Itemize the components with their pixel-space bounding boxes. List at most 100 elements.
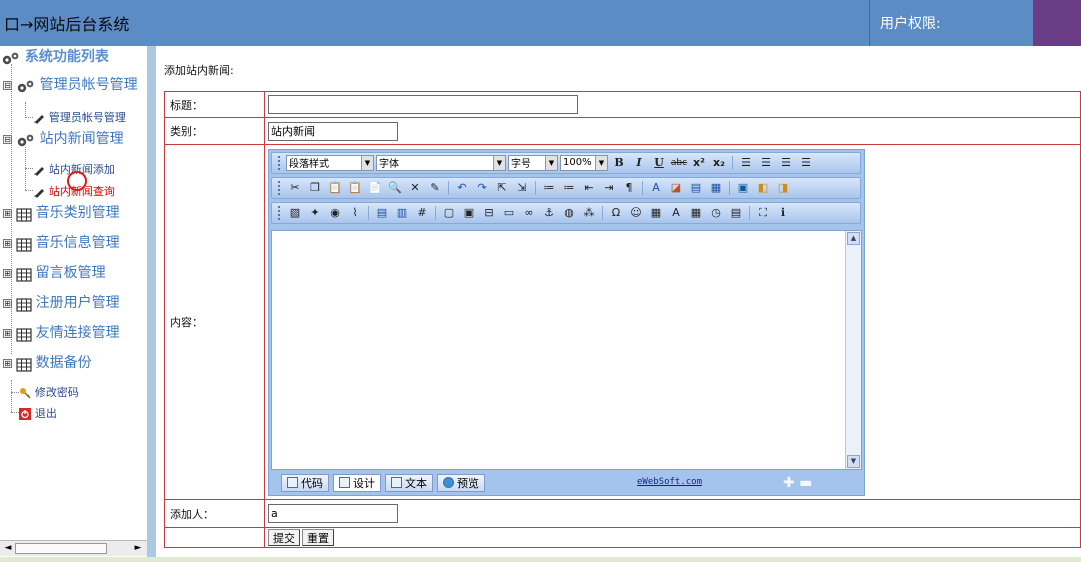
sidebar-link-logout[interactable]: 退出: [19, 405, 57, 421]
sidebar-item-site-news[interactable]: ⊟ 站内新闻管理: [3, 128, 124, 148]
sidebar-item-data-backup[interactable]: ⊞ 数据备份: [3, 352, 92, 372]
marquee-icon[interactable]: ▭: [500, 204, 518, 222]
editor-content-area[interactable]: ▲ ▼: [271, 229, 862, 470]
align-justify-icon[interactable]: ☰: [797, 154, 815, 172]
copy-icon[interactable]: ❐: [306, 179, 324, 197]
insert-table-icon[interactable]: ▤: [373, 204, 391, 222]
editor-resize-controls[interactable]: ✚ ▬: [783, 475, 812, 491]
date-icon[interactable]: ▦: [687, 204, 705, 222]
undo-icon[interactable]: ↶: [453, 179, 471, 197]
scroll-up-icon[interactable]: ▲: [847, 231, 860, 245]
superscript-button[interactable]: x²: [690, 154, 708, 172]
sidebar-item-music-info[interactable]: ⊞ 音乐信息管理: [3, 232, 120, 252]
align-right-icon[interactable]: ☰: [777, 154, 795, 172]
category-input[interactable]: 站内新闻: [268, 121, 398, 141]
art-text-icon[interactable]: A: [667, 204, 685, 222]
title-input[interactable]: [268, 95, 578, 114]
cut-icon[interactable]: ✂: [286, 179, 304, 197]
grid-icon[interactable]: #: [413, 204, 431, 222]
design-mode-button[interactable]: 设计: [333, 473, 381, 492]
sidebar-item-message-board[interactable]: ⊞ 留言板管理: [3, 262, 106, 282]
preview-mode-button[interactable]: 预览: [437, 473, 485, 492]
special-char-icon[interactable]: Ω: [607, 204, 625, 222]
bold-button[interactable]: B: [610, 154, 628, 172]
code-mode-button[interactable]: 代码: [281, 473, 329, 492]
find-icon[interactable]: 🔍: [386, 179, 404, 197]
text-color-icon[interactable]: A: [647, 179, 665, 197]
sidebar-link-change-password[interactable]: 修改密码: [19, 384, 79, 400]
align-center-icon[interactable]: ☰: [757, 154, 775, 172]
font-select[interactable]: 字体 ▼: [376, 154, 506, 171]
layer-icon[interactable]: ◧: [754, 179, 772, 197]
scroll-left-icon[interactable]: ◄: [2, 543, 14, 554]
anchor-icon[interactable]: ⚓: [540, 204, 558, 222]
page-break-icon[interactable]: ▤: [727, 204, 745, 222]
paste-word-icon[interactable]: 📄: [366, 179, 384, 197]
expand-icon[interactable]: ⊞: [3, 329, 12, 338]
deselect-icon[interactable]: ⇲: [513, 179, 531, 197]
zoom-select[interactable]: 100% ▼: [560, 154, 608, 171]
fullscreen-icon[interactable]: ⛶: [754, 204, 772, 222]
expand-icon[interactable]: ⊞: [3, 239, 12, 248]
time-icon[interactable]: ◷: [707, 204, 725, 222]
attachment-icon[interactable]: ⌇: [346, 204, 364, 222]
image-icon[interactable]: ▧: [286, 204, 304, 222]
delete-icon[interactable]: ✕: [406, 179, 424, 197]
clear-format-icon[interactable]: ✎: [426, 179, 444, 197]
scroll-down-icon[interactable]: ▼: [847, 454, 860, 468]
remove-link-icon[interactable]: ⁂: [580, 204, 598, 222]
sidebar-item-registered-users[interactable]: ⊞ 注册用户管理: [3, 292, 120, 312]
excel-icon[interactable]: ▦: [647, 204, 665, 222]
redo-icon[interactable]: ↷: [473, 179, 491, 197]
collapse-icon[interactable]: ⊟: [3, 135, 12, 144]
collapse-icon[interactable]: ⊟: [3, 81, 12, 90]
forward-icon[interactable]: ▣: [734, 179, 752, 197]
table-properties-icon[interactable]: ▥: [393, 204, 411, 222]
author-input[interactable]: a: [268, 504, 398, 523]
reset-button[interactable]: 重置: [302, 529, 334, 546]
layer-back-icon[interactable]: ◨: [774, 179, 792, 197]
ordered-list-icon[interactable]: ≔: [540, 179, 558, 197]
underline-button[interactable]: U: [650, 154, 668, 172]
link-icon[interactable]: ∞: [520, 204, 538, 222]
expand-icon[interactable]: ⊞: [3, 299, 12, 308]
sidebar-subitem-admin-accounts[interactable]: 管理员帐号管理: [33, 109, 126, 125]
subscript-button[interactable]: x₂: [710, 154, 728, 172]
submit-button[interactable]: 提交: [268, 529, 300, 546]
horizontal-rule-icon[interactable]: ⊟: [480, 204, 498, 222]
select-all-icon[interactable]: ⇱: [493, 179, 511, 197]
sidebar-item-friend-links[interactable]: ⊞ 友情连接管理: [3, 322, 120, 342]
media-icon[interactable]: ◉: [326, 204, 344, 222]
frame-splitter[interactable]: [147, 46, 156, 557]
scrollbar-thumb[interactable]: [15, 543, 107, 554]
outdent-icon[interactable]: ⇤: [580, 179, 598, 197]
background-color-icon[interactable]: ◪: [667, 179, 685, 197]
strikethrough-button[interactable]: abc: [670, 154, 688, 172]
expand-icon[interactable]: ⊞: [3, 269, 12, 278]
text-mode-button[interactable]: 文本: [385, 473, 433, 492]
editor-scrollbar[interactable]: ▲ ▼: [845, 230, 861, 469]
font-size-select[interactable]: 字号 ▼: [508, 154, 558, 171]
indent-icon[interactable]: ⇥: [600, 179, 618, 197]
expand-icon[interactable]: ⊞: [3, 359, 12, 368]
unordered-list-icon[interactable]: ≔: [560, 179, 578, 197]
italic-button[interactable]: I: [630, 154, 648, 172]
scroll-right-icon[interactable]: ►: [132, 543, 144, 554]
sidebar-item-music-category[interactable]: ⊞ 音乐类别管理: [3, 202, 120, 222]
flash-icon[interactable]: ✦: [306, 204, 324, 222]
editor-brand-link[interactable]: eWebSoft.com: [637, 477, 702, 487]
emoticon-icon[interactable]: ☺: [627, 204, 645, 222]
paste-text-icon[interactable]: 📋: [346, 179, 364, 197]
map-icon[interactable]: ◍: [560, 204, 578, 222]
paragraph-style-select[interactable]: 段落样式 ▼: [286, 154, 374, 171]
about-icon[interactable]: ℹ: [774, 204, 792, 222]
expand-icon[interactable]: ⊞: [3, 209, 12, 218]
absolute-position-icon[interactable]: ▦: [707, 179, 725, 197]
fieldset-icon[interactable]: ▢: [440, 204, 458, 222]
sidebar-item-admin-accounts[interactable]: ⊟ 管理员帐号管理: [3, 74, 138, 94]
align-left-icon[interactable]: ☰: [737, 154, 755, 172]
iframe-icon[interactable]: ▣: [460, 204, 478, 222]
sidebar-scrollbar[interactable]: ◄ ►: [0, 540, 147, 556]
paragraph-icon[interactable]: ¶: [620, 179, 638, 197]
paste-icon[interactable]: 📋: [326, 179, 344, 197]
